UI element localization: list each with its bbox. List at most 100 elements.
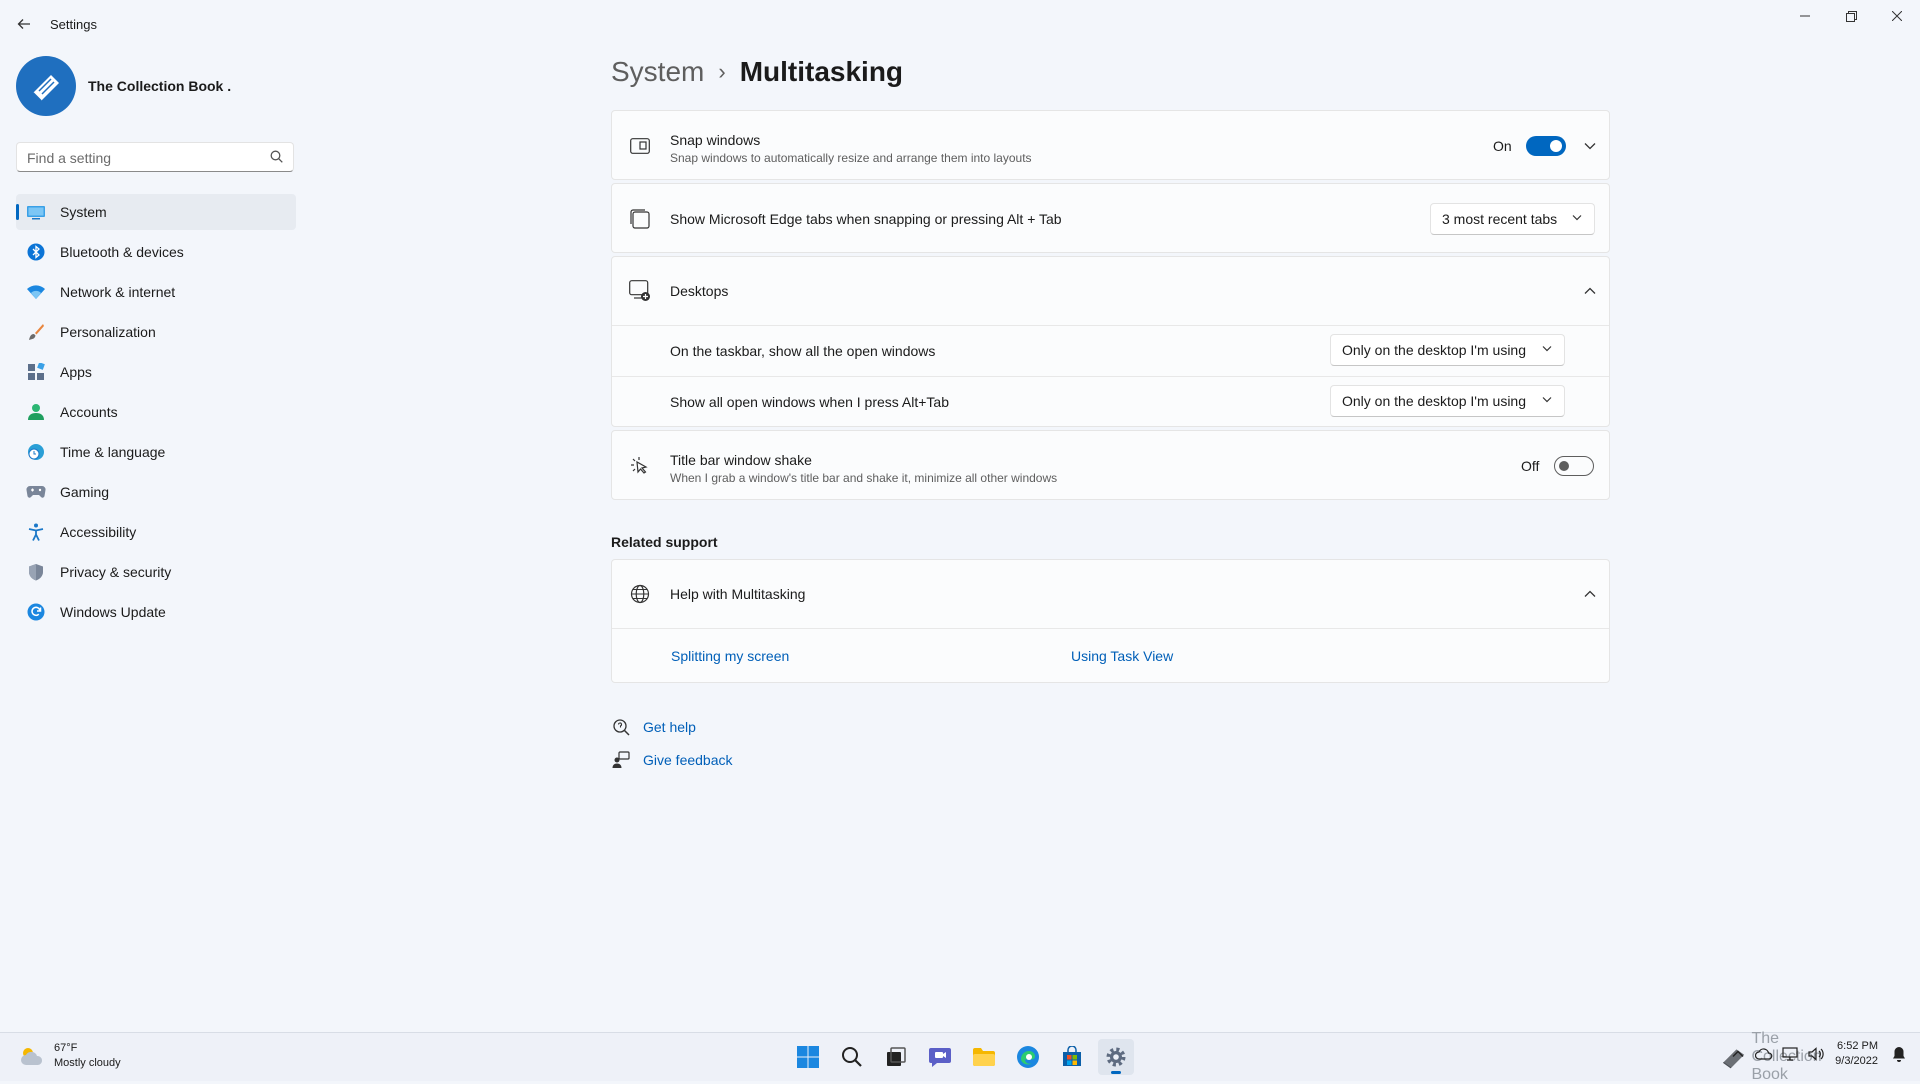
help-collapse-button[interactable] [1582, 586, 1598, 602]
divider [612, 628, 1609, 629]
sidebar-nav: System Bluetooth & devices Network & int… [16, 194, 296, 634]
page-title: Multitasking [739, 56, 904, 87]
splitting-screen-link[interactable]: Splitting my screen [671, 648, 789, 664]
system-tray: 6:52 PM 9/3/2022 [1723, 1039, 1910, 1069]
back-button[interactable] [14, 14, 34, 34]
gear-icon [1106, 1047, 1126, 1067]
sidebar-item-system[interactable]: System [16, 194, 296, 230]
edge-browser-button[interactable] [1010, 1039, 1046, 1075]
alttab-windows-dropdown[interactable]: Only on the desktop I'm using [1330, 385, 1565, 417]
desktops-collapse-button[interactable] [1582, 283, 1598, 299]
sidebar-item-bluetooth[interactable]: Bluetooth & devices [16, 234, 296, 270]
snap-windows-title: Snap windows [670, 132, 761, 148]
help-chat-icon [611, 717, 631, 737]
breadcrumb-root[interactable]: System [611, 56, 704, 88]
get-help-link[interactable]: Get help [611, 717, 696, 737]
give-feedback-label: Give feedback [643, 752, 733, 768]
sidebar-item-privacy[interactable]: Privacy & security [16, 554, 296, 590]
sidebar-item-network[interactable]: Network & internet [16, 274, 296, 310]
minimize-icon [1800, 15, 1810, 17]
display-icon[interactable] [1779, 1043, 1801, 1065]
edge-tabs-dropdown[interactable]: 3 most recent tabs [1430, 203, 1595, 235]
title-bar: Settings [0, 0, 1920, 48]
task-view-button[interactable] [878, 1039, 914, 1075]
sidebar-item-label: Accessibility [60, 524, 137, 540]
clock[interactable]: 6:52 PM 9/3/2022 [1835, 1039, 1878, 1069]
alttab-windows-dropdown-value: Only on the desktop I'm using [1342, 393, 1526, 409]
edge-tabs-title: Show Microsoft Edge tabs when snapping o… [670, 211, 1062, 227]
title-bar-shake-subtitle: When I grab a window's title bar and sha… [670, 471, 1058, 485]
chevron-up-icon [1584, 287, 1596, 294]
clock-globe-icon [26, 442, 46, 462]
close-icon [1892, 11, 1902, 21]
sidebar-item-label: Windows Update [60, 604, 166, 620]
clock-date: 9/3/2022 [1835, 1055, 1878, 1067]
volume-icon[interactable] [1805, 1043, 1827, 1065]
task-view-icon [887, 1047, 906, 1066]
desktops-header[interactable]: Desktops [612, 257, 1609, 325]
cloudy-weather-icon [21, 1048, 43, 1065]
snap-expand-button[interactable] [1582, 138, 1598, 154]
edge-tabs-card: Show Microsoft Edge tabs when snapping o… [611, 183, 1610, 253]
store-bag-icon [1063, 1046, 1081, 1066]
profile-name: The Collection Book . [88, 78, 232, 94]
bluetooth-icon [26, 242, 46, 262]
help-multitasking-header[interactable]: Help with Multitasking [612, 560, 1609, 628]
taskbar-windows-dropdown[interactable]: Only on the desktop I'm using [1330, 334, 1565, 366]
onedrive-icon[interactable] [1753, 1043, 1775, 1065]
divider [612, 376, 1609, 377]
sidebar-item-gaming[interactable]: Gaming [16, 474, 296, 510]
search-icon[interactable] [270, 150, 283, 163]
app-title: Settings [50, 17, 97, 32]
task-view-link[interactable]: Using Task View [1071, 648, 1173, 664]
teams-chat-button[interactable] [922, 1039, 958, 1075]
sidebar-item-personalization[interactable]: Personalization [16, 314, 296, 350]
microsoft-store-button[interactable] [1054, 1039, 1090, 1075]
sidebar-item-label: Gaming [60, 484, 110, 500]
restore-button[interactable] [1828, 0, 1874, 32]
brush-icon [26, 322, 46, 342]
search-box[interactable] [16, 142, 294, 173]
chevron-up-icon [1732, 1050, 1744, 1057]
window-shake-icon [628, 454, 652, 478]
weather-widget[interactable]: 67°F Mostly cloudy [18, 1041, 121, 1071]
window-controls [1782, 0, 1920, 32]
chevron-down-icon [1584, 143, 1596, 150]
edge-tabs-dropdown-value: 3 most recent tabs [1442, 211, 1558, 227]
minimize-button[interactable] [1782, 0, 1828, 32]
shake-toggle-state: Off [1521, 458, 1540, 474]
chevron-down-icon [1542, 346, 1552, 352]
sidebar-item-accessibility[interactable]: Accessibility [16, 514, 296, 550]
title-bar-shake-title: Title bar window shake [670, 452, 812, 468]
related-support-heading: Related support [611, 534, 718, 550]
edge-icon [1017, 1046, 1039, 1068]
snap-windows-toggle[interactable] [1526, 136, 1566, 156]
sidebar-item-accounts[interactable]: Accounts [16, 394, 296, 430]
search-input[interactable] [17, 143, 269, 173]
accessibility-icon [26, 522, 46, 542]
file-explorer-button[interactable] [966, 1039, 1002, 1075]
settings-app-button[interactable] [1098, 1039, 1134, 1075]
shield-icon [26, 562, 46, 582]
snap-toggle-state: On [1493, 138, 1512, 154]
give-feedback-link[interactable]: Give feedback [611, 750, 733, 770]
back-arrow-icon [17, 19, 30, 29]
book-logo-icon [32, 75, 59, 102]
chat-icon [929, 1048, 951, 1067]
wifi-icon [26, 282, 46, 302]
snap-windows-card[interactable]: Snap windows Snap windows to automatical… [611, 110, 1610, 180]
sidebar-item-label: Privacy & security [60, 564, 172, 580]
show-hidden-icons-button[interactable] [1727, 1043, 1749, 1065]
taskbar-search-button[interactable] [834, 1039, 870, 1075]
person-icon [26, 402, 46, 422]
notification-icon[interactable] [1888, 1043, 1910, 1065]
sidebar-item-apps[interactable]: Apps [16, 354, 296, 390]
taskbar: 67°F Mostly cloudy The Collection Book 6… [0, 1030, 1920, 1083]
virtual-desktop-icon [628, 279, 652, 303]
sidebar-item-windows-update[interactable]: Windows Update [16, 594, 296, 630]
title-bar-shake-toggle[interactable] [1554, 456, 1594, 476]
sidebar-item-time-language[interactable]: Time & language [16, 434, 296, 470]
close-button[interactable] [1874, 0, 1920, 32]
start-button[interactable] [790, 1039, 826, 1075]
profile[interactable]: The Collection Book . [16, 56, 231, 116]
